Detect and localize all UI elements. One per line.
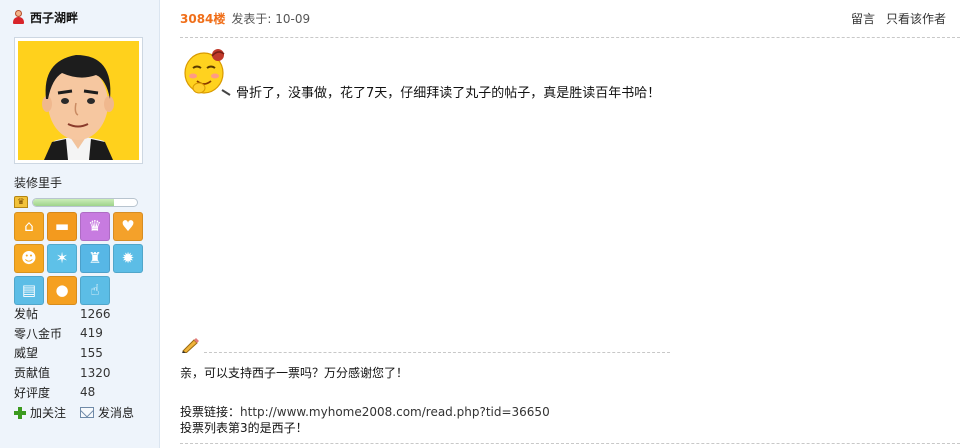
book-icon[interactable]: ▤	[14, 276, 44, 305]
medal-grid: ⌂ ▬ ♛ ♥ ☻ ✶ ♜ ✹ ▤ ● ☝	[14, 212, 146, 305]
stat-value: 155	[80, 345, 103, 360]
trophy-icon[interactable]: ♜	[80, 244, 110, 273]
water-drop-icon[interactable]: ●	[47, 276, 77, 305]
stat-label: 威望	[14, 346, 39, 361]
floor-number[interactable]: 3084楼	[180, 10, 225, 27]
angel-icon[interactable]: ✶	[47, 244, 77, 273]
vote-link-label: 投票链接：	[180, 405, 241, 419]
user-icon	[12, 10, 24, 24]
stat-label: 零八金币	[14, 326, 63, 341]
blushing-smiley-icon	[184, 49, 231, 96]
stat-row: 发帖 1266	[14, 304, 144, 324]
plus-icon	[14, 406, 26, 419]
pencil-icon	[182, 338, 199, 353]
username[interactable]: 西子湖畔	[30, 9, 78, 26]
stat-row: 好评度 48	[14, 382, 144, 402]
avatar-image	[18, 41, 139, 160]
cartoon-face-icon	[18, 41, 139, 160]
header-divider	[180, 37, 960, 38]
stat-label: 贡献值	[14, 366, 51, 381]
heart-icon[interactable]: ♥	[113, 212, 143, 241]
user-stats: 发帖 1266 零八金币 419 威望 155 贡献值 1320 好评度 48	[14, 304, 144, 402]
sofa-icon[interactable]: ▬	[47, 212, 77, 241]
signature-line: 亲，可以支持西子一票吗？万分感谢您了！	[180, 366, 409, 380]
stat-row: 零八金币 419	[14, 324, 144, 344]
stat-value: 48	[80, 385, 96, 400]
reply-link[interactable]: 留言	[851, 10, 875, 27]
stat-value: 1320	[80, 365, 111, 380]
level-bar-fill	[33, 198, 115, 206]
signature-line: 投票列表第3的是西子！	[180, 421, 308, 435]
send-message-label: 发消息	[98, 406, 135, 420]
post-time: 发表于: 10-09	[231, 11, 311, 26]
user-sidebar: 西子湖畔 装修里手 ♛ ⌂ ▬ ♛ ♥ ☻ ✶ ♜ ✹ ▤ ● ☝ 发帖 126…	[0, 0, 160, 448]
avatar[interactable]	[14, 37, 143, 164]
vote-link[interactable]: http://www.myhome2008.com/read.php?tid=3…	[240, 405, 550, 419]
post-body: 3084楼 发表于: 10-09 留言 只看该作者 骨折了，没事做，花了7天，仔…	[180, 0, 976, 448]
bee-icon[interactable]: ☻	[14, 244, 44, 273]
mail-icon	[80, 407, 95, 418]
post-header-links: 留言 只看该作者	[851, 10, 946, 27]
stat-value: 1266	[80, 306, 111, 321]
footer-divider	[180, 443, 960, 444]
stat-row: 威望 155	[14, 343, 144, 363]
vote-link-line: 投票链接：http://www.myhome2008.com/read.php?…	[180, 403, 550, 420]
user-header: 西子湖畔	[12, 9, 78, 25]
user-actions: 加关注 发消息	[14, 404, 134, 421]
post-content: 骨折了，没事做，花了7天，仔细拜读了丸子的帖子，真是胜读百年书哈！	[236, 86, 661, 101]
only-author-link[interactable]: 只看该作者	[886, 10, 946, 27]
stat-row: 贡献值 1320	[14, 363, 144, 383]
house-icon[interactable]: ⌂	[14, 212, 44, 241]
follow-label: 加关注	[30, 406, 67, 420]
stat-label: 好评度	[14, 385, 51, 400]
send-message-button[interactable]: 发消息	[80, 404, 134, 421]
signature-divider	[204, 352, 670, 353]
stat-value: 419	[80, 326, 103, 341]
crown-icon[interactable]: ♛	[80, 212, 110, 241]
torch-icon[interactable]: ✹	[113, 244, 143, 273]
thumbs-up-icon[interactable]: ☝	[80, 276, 110, 305]
level-indicator: ♛	[14, 196, 138, 208]
stat-label: 发帖	[14, 307, 39, 322]
user-title: 装修里手	[14, 176, 63, 190]
follow-button[interactable]: 加关注	[14, 404, 66, 421]
level-icon: ♛	[14, 196, 28, 208]
post-header: 3084楼 发表于: 10-09 留言 只看该作者	[180, 10, 946, 26]
level-bar	[32, 197, 138, 207]
